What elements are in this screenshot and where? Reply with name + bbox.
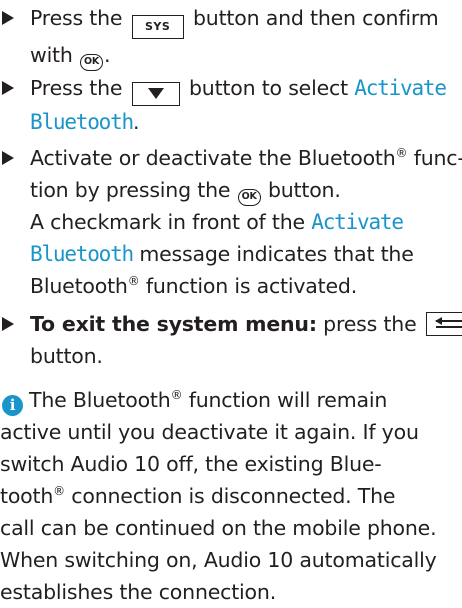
ok-button-icon: OK: [237, 189, 261, 206]
step-3-text-line5: Bluetooth: [30, 274, 128, 298]
manual-page: Press the SYS button and then confirm wi…: [0, 0, 462, 604]
step-3-text-line2: tion by pressing the: [30, 178, 231, 202]
step-2: Press the button to select Activate Blue…: [0, 72, 462, 138]
info-note: i The Bluetooth® function will remain act…: [0, 384, 462, 608]
info-line-1b: function will remain: [182, 388, 388, 412]
step-3-text-line4: message indicates that the: [139, 242, 414, 266]
step-1-text-prefix: Press the: [30, 6, 123, 30]
bullet-triangle-icon: [2, 151, 14, 165]
step-1-text-middle: button and then confirm: [192, 6, 439, 30]
registered-mark: ®: [170, 388, 183, 402]
step-3-text-line1: Activate or deactivate the Bluetooth: [30, 146, 396, 170]
step-1-text-with: with: [30, 43, 73, 67]
step-1-period: .: [104, 43, 111, 67]
bullet-triangle-icon: [2, 81, 14, 95]
info-line-4b: connection is disconnected. The: [64, 484, 396, 508]
sys-key-icon: SYS: [131, 15, 184, 39]
step-4-text-line2: button.: [30, 344, 103, 368]
down-arrow-key-icon: [131, 82, 180, 106]
display-text-bluetooth: Bluetooth: [30, 110, 134, 134]
info-line-7: establishes the connection.: [0, 580, 277, 604]
info-line-2: active until you deactivate it again. If…: [0, 420, 419, 444]
step-3-text-line3: A checkmark in front of the: [30, 210, 305, 234]
step-2-period: .: [133, 110, 140, 134]
info-line-4a: tooth: [0, 484, 54, 508]
display-text-bluetooth: Bluetooth: [30, 242, 134, 266]
step-3-text-line5-suffix: function is activated.: [145, 274, 358, 298]
display-text-activate: Activate: [311, 210, 404, 234]
step-2-text-middle: button to select: [188, 76, 348, 100]
ok-button-icon: OK: [80, 54, 104, 71]
info-line-3: switch Audio 10 off, the existing Blue-: [0, 452, 382, 476]
display-text-activate: Activate: [354, 76, 447, 100]
step-4-text: press the: [323, 312, 417, 336]
info-line-6: When switching on, Audio 10 automaticall…: [0, 548, 437, 572]
step-3-text-button: button.: [267, 178, 341, 202]
step-3-text-func: func-: [413, 146, 462, 170]
registered-mark: ®: [395, 146, 408, 160]
registered-mark: ®: [53, 484, 65, 498]
back-key-icon: [425, 312, 462, 336]
step-4-bold-heading: To exit the system menu:: [30, 312, 317, 336]
step-4: To exit the system menu: press the butto…: [0, 308, 462, 372]
info-icon: i: [2, 395, 23, 416]
info-line-1a: The Bluetooth: [29, 388, 171, 412]
step-2-text-prefix: Press the: [30, 76, 123, 100]
bullet-triangle-icon: [2, 11, 14, 25]
registered-mark: ®: [127, 274, 140, 288]
step-1: Press the SYS button and then confirm wi…: [0, 2, 462, 71]
bullet-triangle-icon: [2, 317, 14, 331]
step-3: Activate or deactivate the Bluetooth® fu…: [0, 142, 462, 302]
info-line-5: call can be continued on the mobile phon…: [0, 516, 437, 540]
